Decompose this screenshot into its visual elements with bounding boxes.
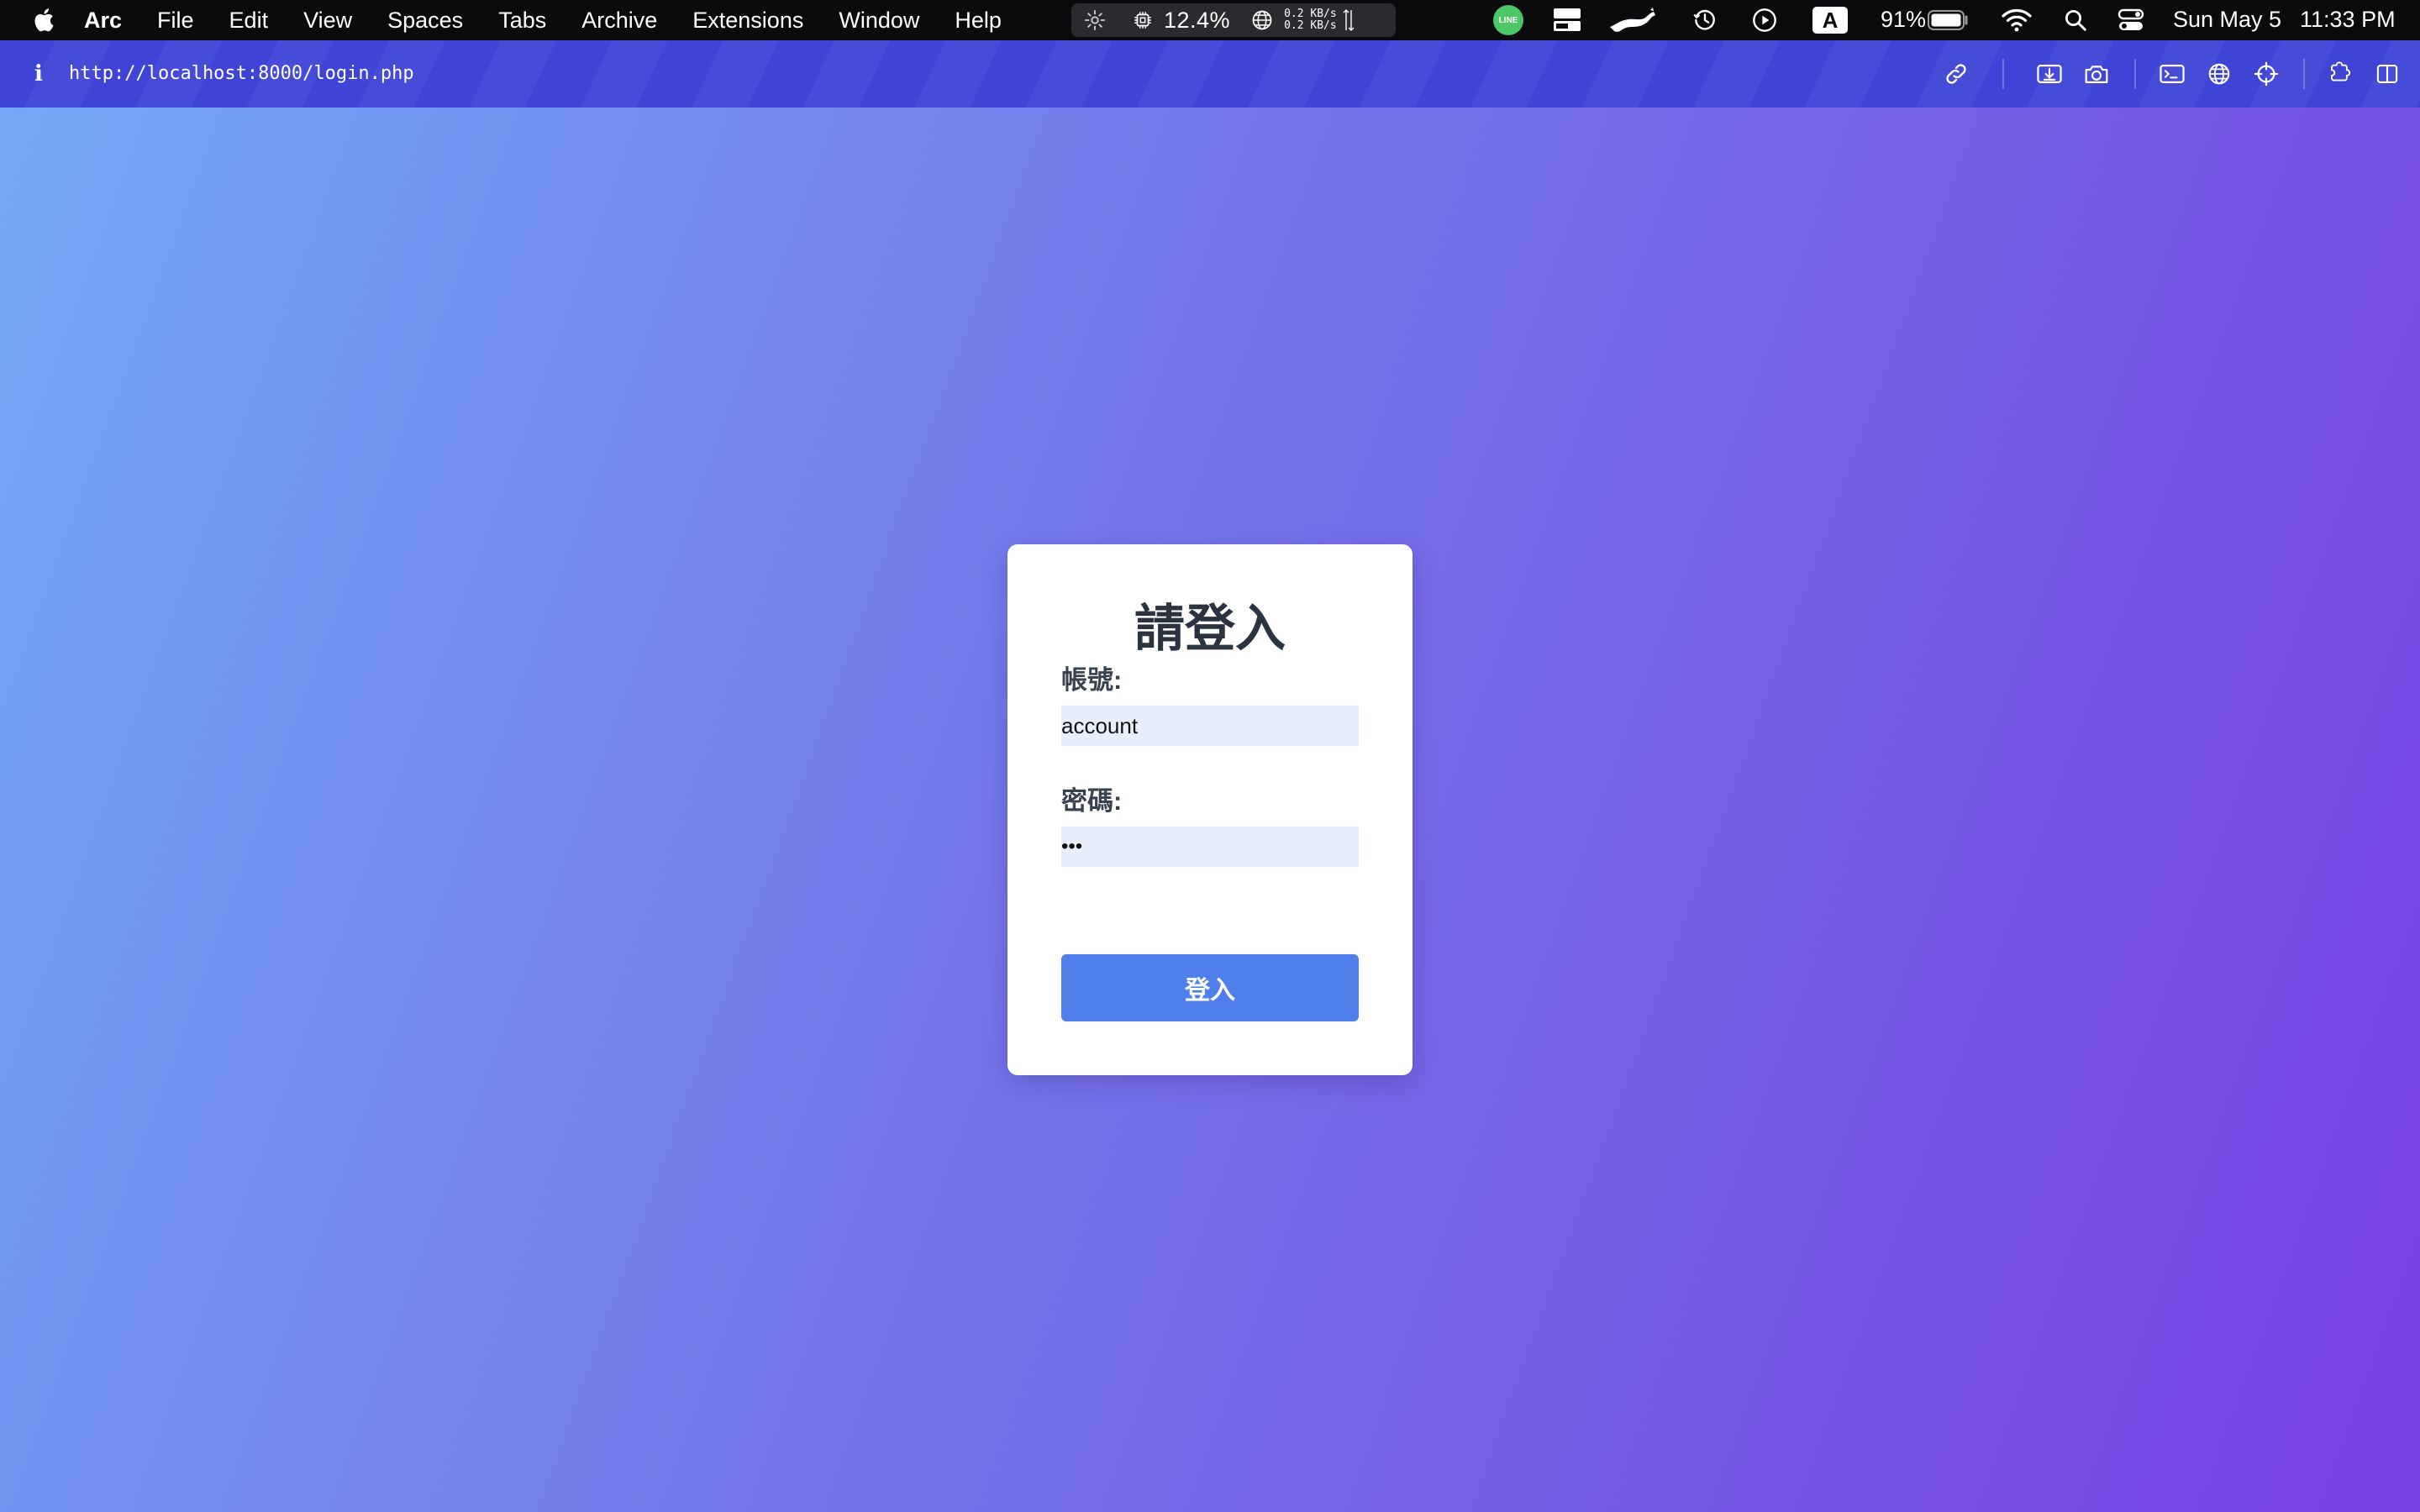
screenshot-camera-icon[interactable] xyxy=(2081,59,2112,89)
page-background: 請登入 帳號: account 密碼: ••• 登入 xyxy=(0,108,2420,1512)
copy-link-icon[interactable] xyxy=(1941,59,1971,89)
apple-icon[interactable] xyxy=(32,7,59,34)
capture-download-icon[interactable] xyxy=(2034,59,2065,89)
menu-view[interactable]: View xyxy=(303,8,352,34)
battery-icon[interactable] xyxy=(1928,7,1970,34)
menu-bar: Arc File Edit View Spaces Tabs Archive E… xyxy=(0,0,2420,40)
line-app-icon[interactable]: LINE xyxy=(1493,5,1523,35)
menu-archive[interactable]: Archive xyxy=(581,8,657,34)
login-submit-button[interactable]: 登入 xyxy=(1061,954,1359,1021)
time-machine-icon[interactable] xyxy=(1691,7,1718,34)
menu-spaces[interactable]: Spaces xyxy=(387,8,463,34)
sidebar-toggle-icon[interactable] xyxy=(2372,59,2402,89)
site-info-icon[interactable]: i xyxy=(29,60,49,87)
spotlight-search-icon[interactable] xyxy=(2063,7,2088,34)
toolbar-divider xyxy=(2134,59,2136,89)
menu-extensions[interactable]: Extensions xyxy=(692,8,803,34)
account-label: 帳號: xyxy=(1061,665,1123,695)
gear-icon xyxy=(1084,9,1106,31)
extensions-puzzle-icon[interactable] xyxy=(2325,59,2355,89)
up-down-arrows-icon xyxy=(1343,9,1355,31)
battery-percent: 91% xyxy=(1881,7,1927,32)
menu-app-name[interactable]: Arc xyxy=(84,8,122,34)
input-source-icon[interactable]: A xyxy=(1812,7,1848,34)
menu-help[interactable]: Help xyxy=(955,8,1002,34)
toolbar-divider xyxy=(2002,59,2004,89)
menu-edit[interactable]: Edit xyxy=(229,8,269,34)
wifi-icon[interactable] xyxy=(2002,7,2032,34)
password-input[interactable]: ••• xyxy=(1061,827,1359,867)
system-stats-widget[interactable]: 12.4% 0.2 KB/s 0.2 KB/s xyxy=(1071,3,1396,37)
browser-toolbar: i http://localhost:8000/login.php xyxy=(0,40,2420,108)
menu-file[interactable]: File xyxy=(157,8,194,34)
globe-icon[interactable] xyxy=(2204,59,2234,89)
developer-console-icon[interactable] xyxy=(2157,59,2187,89)
net-download-speed: 0.2 KB/s xyxy=(1284,19,1337,32)
login-title: 請登入 xyxy=(1134,601,1286,657)
cpu-usage: 12.4% xyxy=(1164,7,1231,33)
play-icon[interactable] xyxy=(1751,7,1778,34)
network-speed: 0.2 KB/s 0.2 KB/s xyxy=(1284,8,1337,32)
line-badge: LINE xyxy=(1493,5,1523,35)
window-manager-icon[interactable] xyxy=(1553,7,1581,34)
login-card: 請登入 帳號: account 密碼: ••• 登入 xyxy=(1007,544,1413,1075)
globe-icon xyxy=(1252,10,1272,30)
address-bar-url[interactable]: http://localhost:8000/login.php xyxy=(69,61,414,87)
account-input[interactable]: account xyxy=(1061,706,1359,746)
menu-window[interactable]: Window xyxy=(839,8,919,34)
cpu-icon xyxy=(1134,12,1151,29)
menu-tabs[interactable]: Tabs xyxy=(498,8,546,34)
menubar-date[interactable]: Sun May 5 xyxy=(2173,7,2281,33)
menubar-time[interactable]: 11:33 PM xyxy=(2300,7,2396,33)
net-upload-speed: 0.2 KB/s xyxy=(1284,8,1337,20)
password-label: 密碼: xyxy=(1061,786,1123,816)
control-center-icon[interactable] xyxy=(2118,7,2144,34)
toolbar-divider xyxy=(2303,59,2305,89)
input-source-badge: A xyxy=(1812,7,1848,34)
crosshair-target-icon[interactable] xyxy=(2251,59,2281,89)
runcat-icon[interactable] xyxy=(1607,7,1660,34)
